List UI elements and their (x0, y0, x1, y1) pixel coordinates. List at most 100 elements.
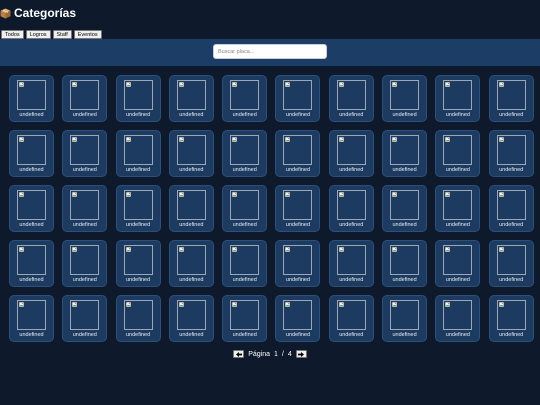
badge-image (70, 135, 100, 165)
badge-label: undefined (72, 167, 97, 173)
badge-card[interactable]: undefined (328, 130, 374, 177)
broken-image-icon (392, 137, 398, 142)
broken-image-icon (232, 82, 238, 87)
badge-card[interactable]: undefined (488, 240, 534, 287)
search-input[interactable] (213, 44, 327, 59)
package-icon (0, 8, 11, 19)
badge-label: undefined (72, 332, 97, 338)
badge-label: undefined (392, 222, 417, 228)
badge-card[interactable]: undefined (382, 295, 428, 342)
badge-card[interactable]: undefined (382, 240, 428, 287)
badge-card[interactable]: undefined (275, 185, 321, 232)
badge-image (70, 300, 100, 330)
badge-card[interactable]: undefined (382, 75, 428, 122)
tab-logros[interactable]: Logros (25, 30, 51, 39)
badge-card[interactable]: undefined (435, 185, 481, 232)
badge-card[interactable]: undefined (488, 185, 534, 232)
broken-image-icon (338, 82, 344, 87)
badge-label: undefined (445, 167, 470, 173)
badge-card[interactable]: undefined (115, 75, 161, 122)
badge-card[interactable]: undefined (435, 240, 481, 287)
broken-image-icon (445, 82, 451, 87)
badge-card[interactable]: undefined (435, 295, 481, 342)
badge-image (230, 80, 260, 110)
badge-card[interactable]: undefined (222, 240, 268, 287)
badge-card[interactable]: undefined (168, 75, 214, 122)
badge-label: undefined (339, 332, 364, 338)
badge-card[interactable]: undefined (382, 130, 428, 177)
badge-label: undefined (179, 222, 204, 228)
badge-label: undefined (339, 277, 364, 283)
badge-label: undefined (392, 112, 417, 118)
badge-image (336, 190, 366, 220)
badge-card[interactable]: undefined (62, 240, 108, 287)
badge-card[interactable]: undefined (222, 130, 268, 177)
badge-card[interactable]: undefined (115, 130, 161, 177)
badge-card[interactable]: undefined (328, 295, 374, 342)
broken-image-icon (338, 247, 344, 252)
badge-label: undefined (19, 277, 44, 283)
badge-card[interactable]: undefined (275, 75, 321, 122)
badge-card[interactable]: undefined (275, 130, 321, 177)
badge-image (496, 135, 526, 165)
badge-card[interactable]: undefined (488, 75, 534, 122)
badge-card[interactable]: undefined (62, 295, 108, 342)
badge-card[interactable]: undefined (222, 295, 268, 342)
badge-card[interactable]: undefined (435, 130, 481, 177)
badge-card[interactable]: undefined (9, 240, 54, 287)
broken-image-icon (232, 192, 238, 197)
broken-image-icon (178, 137, 184, 142)
badge-card[interactable]: undefined (328, 240, 374, 287)
badge-image (390, 245, 420, 275)
badge-card[interactable]: undefined (222, 75, 268, 122)
badge-image (123, 135, 153, 165)
badge-label: undefined (72, 222, 97, 228)
badge-image (390, 80, 420, 110)
badge-card[interactable]: undefined (328, 185, 374, 232)
broken-image-icon (72, 302, 78, 307)
badge-card[interactable]: undefined (62, 130, 108, 177)
badge-card[interactable]: undefined (222, 185, 268, 232)
tab-staff[interactable]: Staff (52, 30, 72, 39)
badge-card[interactable]: undefined (488, 130, 534, 177)
badge-label: undefined (179, 112, 204, 118)
badge-image (283, 80, 313, 110)
page-current: 1 (274, 350, 278, 358)
badge-card[interactable]: undefined (382, 185, 428, 232)
badge-card[interactable]: undefined (9, 130, 54, 177)
badge-card[interactable]: undefined (9, 295, 54, 342)
badge-label: undefined (285, 167, 311, 173)
tab-eventos[interactable]: Eventos (73, 30, 102, 39)
broken-image-icon (392, 192, 398, 197)
badge-card[interactable]: undefined (115, 185, 161, 232)
badge-card[interactable]: undefined (168, 130, 214, 177)
badge-card[interactable]: undefined (9, 185, 54, 232)
badge-label: undefined (126, 222, 151, 228)
badge-label: undefined (285, 222, 311, 228)
badge-card[interactable]: undefined (168, 295, 214, 342)
badge-label: undefined (499, 167, 524, 173)
badge-card[interactable]: undefined (9, 75, 54, 122)
tab-todos[interactable]: Todos (1, 30, 24, 39)
badge-card[interactable]: undefined (168, 185, 214, 232)
next-page-button[interactable] (295, 350, 307, 358)
badge-card[interactable]: undefined (115, 295, 161, 342)
broken-image-icon (19, 302, 24, 307)
badge-card[interactable]: undefined (488, 295, 534, 342)
prev-page-button[interactable] (233, 350, 245, 358)
badge-label: undefined (499, 112, 524, 118)
badge-label: undefined (392, 277, 417, 283)
badge-card[interactable]: undefined (168, 240, 214, 287)
badge-card[interactable]: undefined (275, 240, 321, 287)
badge-image (283, 245, 313, 275)
badge-card[interactable]: undefined (328, 75, 374, 122)
badge-image (283, 300, 313, 330)
badge-image (17, 245, 46, 275)
badge-card[interactable]: undefined (62, 75, 108, 122)
badge-card[interactable]: undefined (435, 75, 481, 122)
badge-card[interactable]: undefined (275, 295, 321, 342)
badge-card[interactable]: undefined (115, 240, 161, 287)
badge-label: undefined (126, 167, 151, 173)
badge-label: undefined (232, 222, 257, 228)
badge-card[interactable]: undefined (62, 185, 108, 232)
